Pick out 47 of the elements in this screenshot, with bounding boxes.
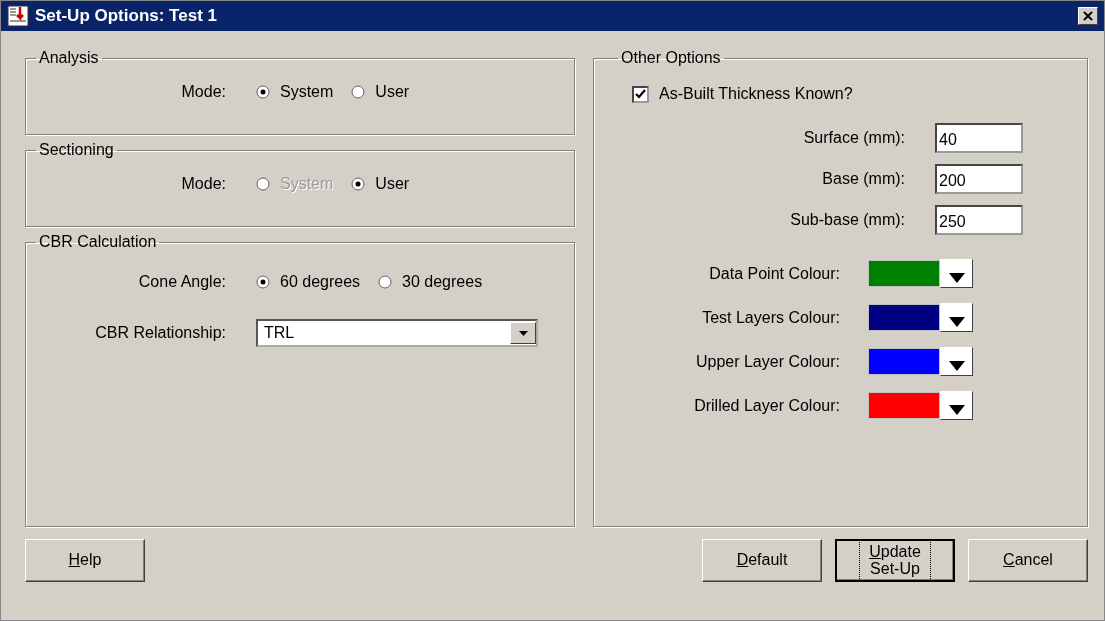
radio-button[interactable]: User [351, 83, 410, 101]
group-title: Analysis [38, 49, 100, 67]
input-field[interactable]: 200 [935, 164, 1023, 194]
dialog-button[interactable]: Cancel [968, 539, 1088, 582]
caret-icon [948, 405, 965, 415]
colour-swatch[interactable] [868, 304, 940, 331]
checkmark-icon [635, 88, 646, 100]
field-label: CBR Relationship: [94, 324, 226, 342]
group-title: Sectioning [38, 141, 115, 159]
field-label: Drilled Layer Colour: [693, 396, 840, 415]
colour-swatch[interactable] [868, 260, 940, 287]
relationship-dropdown[interactable]: TRL [256, 319, 538, 347]
field-label: Upper Layer Colour: [694, 352, 840, 371]
window-title: Set-Up Options: Test 1 [35, 6, 218, 26]
caret-icon [948, 361, 965, 371]
thickness-checkbox[interactable]: As-Built Thickness Known? [632, 85, 1063, 103]
field-label: Base (mm): [822, 170, 905, 188]
close-icon [1083, 11, 1093, 21]
dropdown-button[interactable] [940, 259, 973, 288]
input-field[interactable]: 40 [935, 123, 1023, 153]
input-field[interactable]: 250 [935, 205, 1023, 235]
dialog-button[interactable]: Help [25, 539, 145, 582]
close-button[interactable] [1078, 7, 1098, 25]
radio-button[interactable]: 60 degrees [256, 273, 361, 291]
caret-icon [948, 317, 965, 327]
field-label: Data Point Colour: [708, 264, 840, 283]
dialog-button[interactable]: Update Set-Up [835, 539, 955, 582]
field-label: Mode: [180, 83, 226, 101]
dropdown-button[interactable] [940, 391, 973, 420]
group-title: CBR Calculation [38, 233, 158, 251]
radio-button[interactable]: User [351, 175, 410, 193]
caret-icon [948, 273, 965, 283]
group-title: Other Options [620, 49, 722, 67]
radio-button[interactable]: System [256, 83, 334, 101]
app-icon [7, 5, 29, 27]
field-label: Test Layers Colour: [701, 308, 840, 327]
field-label: Cone Angle: [137, 273, 226, 291]
dialog-button[interactable]: Default [702, 539, 822, 582]
caret-icon [518, 330, 528, 336]
colour-swatch[interactable] [868, 348, 940, 375]
radio-button[interactable]: 30 degrees [378, 273, 483, 291]
field-label: Sub-base (mm): [790, 211, 905, 229]
colour-swatch[interactable] [868, 392, 940, 419]
dropdown-button[interactable] [940, 303, 973, 332]
field-label: Surface (mm): [803, 129, 905, 147]
field-label: Mode: [180, 175, 226, 193]
dropdown-button[interactable] [940, 347, 973, 376]
